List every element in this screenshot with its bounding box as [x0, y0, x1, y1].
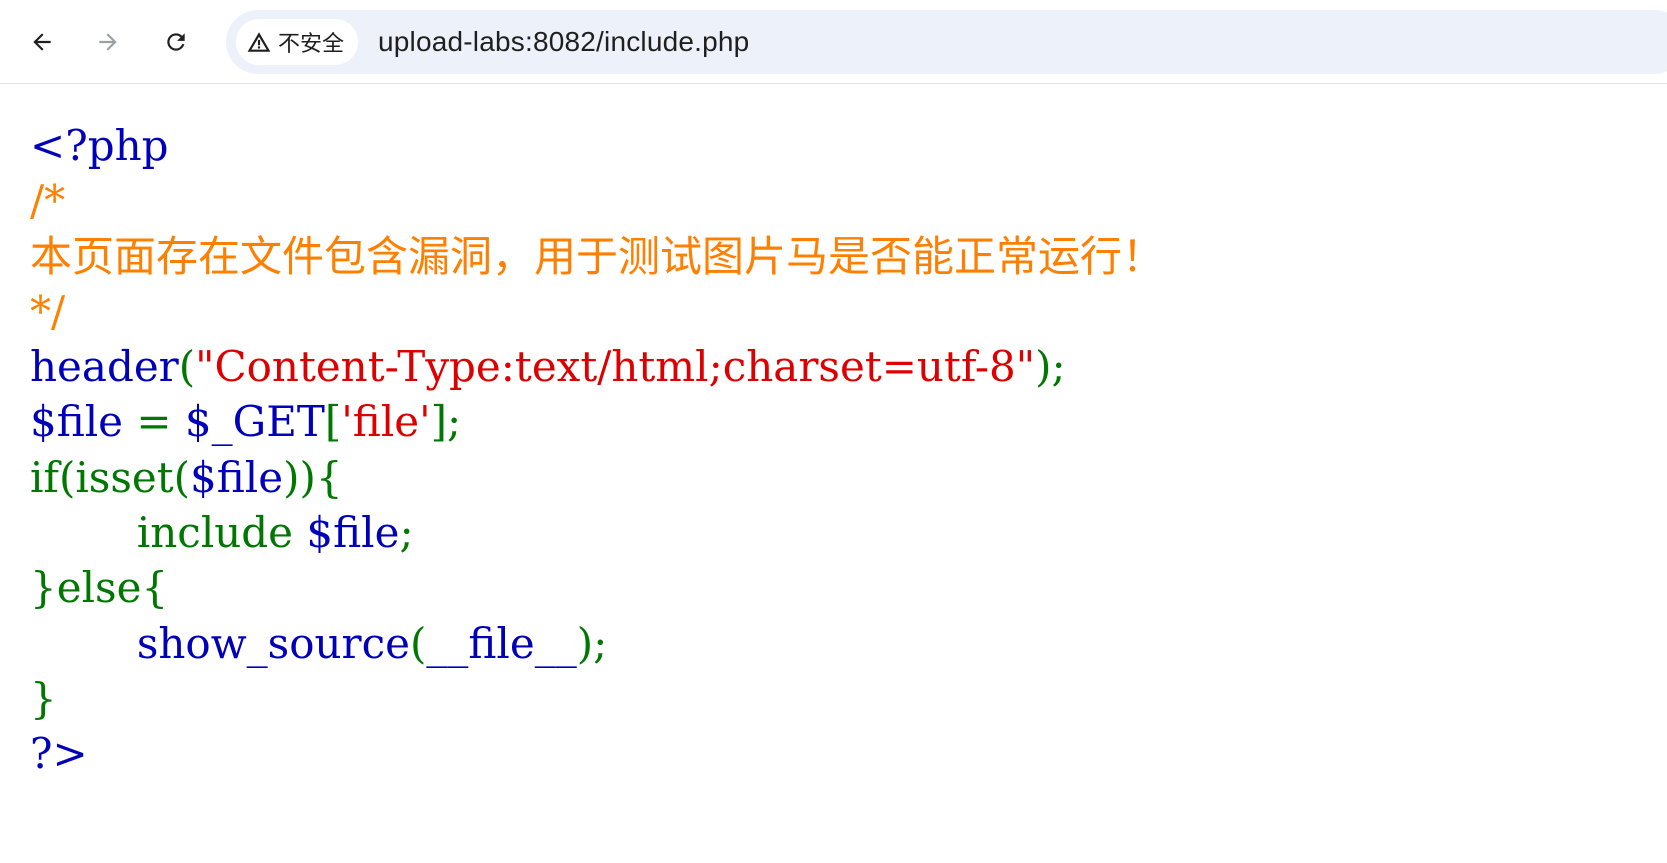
code-token: __file__ — [426, 618, 577, 668]
code-token: show_source — [136, 618, 410, 668]
browser-toolbar: 不安全 upload-labs:8082/include.php — [0, 0, 1667, 84]
url-text[interactable]: upload-labs:8082/include.php — [378, 27, 749, 57]
code-token: $file — [30, 397, 137, 447]
php-source-code: <?php/* 本页面存在文件包含漏洞，用于测试图片马是否能正常运行！ */head… — [30, 118, 1164, 782]
code-line: } — [30, 671, 1164, 726]
security-indicator[interactable]: 不安全 — [236, 19, 359, 65]
code-token: $file — [190, 452, 284, 502]
code-token: <?php — [30, 121, 169, 170]
code-token: [ — [324, 397, 342, 447]
code-line: 本页面存在文件包含漏洞，用于测试图片马是否能正常运行！ — [30, 229, 1164, 284]
forward-button[interactable] — [86, 20, 130, 64]
code-line: /* — [30, 173, 1164, 228]
code-token: if(isset( — [30, 452, 191, 502]
code-token: include — [136, 508, 307, 558]
code-token: $file — [306, 508, 400, 558]
code-line: if(isset($file)){ — [30, 450, 1164, 505]
code-line: include $file; — [30, 505, 1164, 560]
code-line: <?php — [30, 118, 1164, 173]
arrow-left-icon — [33, 33, 51, 51]
code-token: ]; — [430, 397, 462, 447]
code-token: $_GET — [184, 397, 325, 447]
address-bar[interactable]: 不安全 upload-labs:8082/include.php — [226, 10, 1667, 74]
code-string: "Content-Type:text/html;charset=utf-8" — [195, 342, 1036, 392]
warning-triangle-icon — [247, 32, 271, 52]
code-comment: */ — [30, 286, 66, 336]
code-token: } — [30, 673, 57, 723]
code-comment: 本页面存在文件包含漏洞，用于测试图片马是否能正常运行！ — [30, 231, 1165, 281]
code-comment: /* — [30, 176, 66, 226]
code-token: header — [30, 342, 179, 392]
code-line: ?> — [30, 726, 1164, 781]
code-line: $file = $_GET['file']; — [30, 394, 1164, 449]
arrow-right-icon — [99, 33, 117, 51]
code-line: show_source(__file__); — [30, 616, 1164, 671]
code-token: )){ — [283, 452, 343, 502]
code-token: ?> — [30, 729, 88, 779]
code-line: header("Content-Type:text/html;charset=u… — [30, 339, 1164, 394]
code-line: }else{ — [30, 560, 1164, 615]
code-token: ( — [178, 342, 196, 392]
code-string: 'file' — [341, 397, 431, 447]
code-token: = — [136, 397, 185, 447]
code-line: */ — [30, 284, 1164, 339]
code-token: ); — [576, 618, 608, 668]
code-token: ); — [1035, 342, 1066, 392]
reload-button[interactable] — [154, 20, 198, 64]
reload-icon — [167, 33, 185, 51]
back-button[interactable] — [20, 20, 64, 64]
code-token: }else{ — [30, 563, 169, 613]
security-label: 不安全 — [278, 32, 345, 57]
code-token: ; — [399, 508, 414, 558]
code-token: ( — [410, 618, 427, 668]
